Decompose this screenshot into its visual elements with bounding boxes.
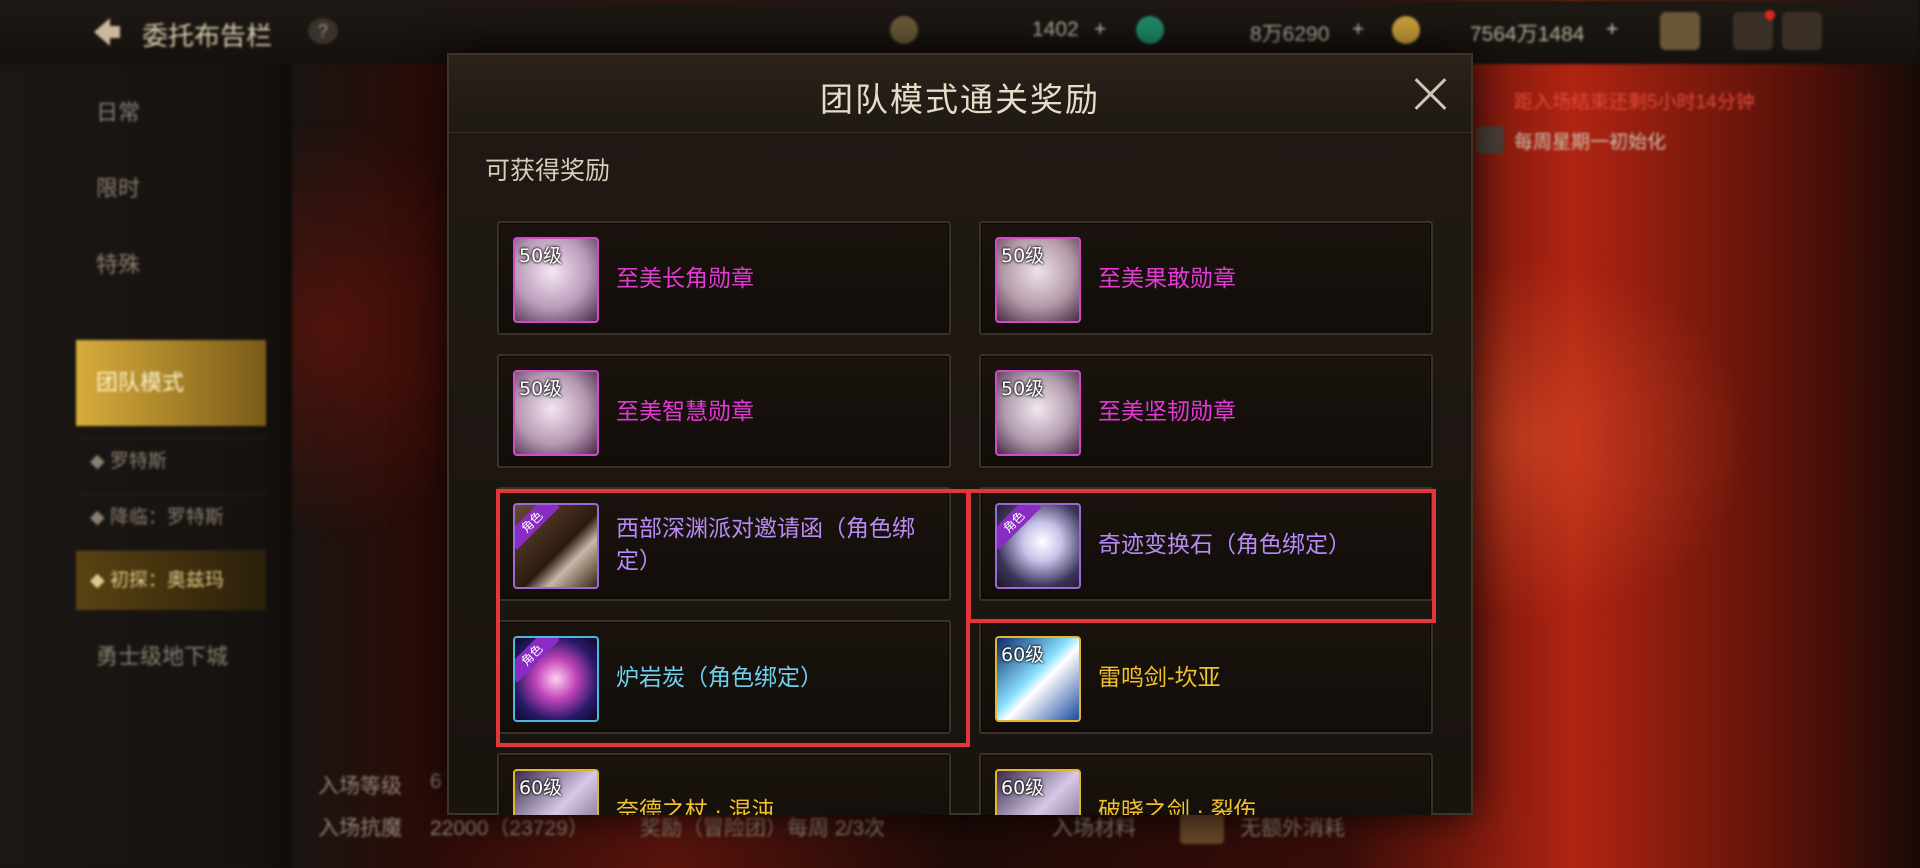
reward-card[interactable]: 50级至美长角勋章 — [497, 221, 951, 335]
help-icon[interactable]: ? — [308, 18, 338, 44]
reset-info: 每周星期一初始化 — [1514, 131, 1667, 153]
entry-resist-value: 22000（23729） — [430, 817, 589, 840]
sidebar-item-raid[interactable]: 团队模式 — [76, 340, 266, 426]
reward-card[interactable]: 50级至美果敢勋章 — [979, 221, 1433, 335]
shield-medal-icon[interactable]: 50级 — [995, 370, 1081, 456]
sidebar-item-special[interactable]: 特殊 — [76, 230, 266, 300]
sidebar-item-limited[interactable]: 限时 — [76, 154, 266, 224]
back-arrow-icon[interactable] — [88, 14, 124, 50]
bind-ribbon: 角色 — [515, 638, 560, 683]
sidebar-item-daily[interactable]: 日常 — [76, 78, 266, 148]
bind-ribbon: 角色 — [515, 505, 560, 550]
add-currency-button[interactable]: + — [1352, 18, 1364, 42]
item-level-badge: 60级 — [1001, 644, 1045, 666]
reward-name: 至美坚韧勋章 — [1098, 398, 1236, 424]
reward-name: 西部深渊派对邀请函（角色绑定） — [616, 515, 915, 573]
reward-card[interactable]: 60级破晓之剑 · 裂伤 — [979, 753, 1433, 815]
invitation-box-icon[interactable]: 角色 — [513, 503, 599, 589]
entry-level-value: 6 — [430, 770, 442, 793]
reward-card[interactable]: 角色奇迹变换石（角色绑定） — [979, 487, 1433, 601]
currency-value: 1402 — [1032, 18, 1079, 41]
helmet-medal-icon[interactable]: 50级 — [995, 237, 1081, 323]
reward-name: 雷鸣剑-坎亚 — [1098, 664, 1221, 690]
dialog-header: 团队模式通关奖励 — [449, 55, 1471, 133]
item-level-badge: 50级 — [1001, 378, 1045, 400]
sidebar: 日常 限时 特殊 团队模式 ◆ 罗特斯 ◆ 降临：罗特斯 ◆ 初探：奥兹玛 勇士… — [0, 64, 292, 868]
page-title: 委托布告栏 — [142, 21, 273, 51]
reward-name: 至美智慧勋章 — [616, 398, 754, 424]
dialog-title: 团队模式通关奖励 — [820, 81, 1100, 118]
raid-info-panel: 距入场结束还剩5小时14分钟 每周星期一初始化 — [1476, 80, 1916, 160]
reward-card[interactable]: 角色炉岩炭（角色绑定） — [497, 620, 951, 734]
moon-token-icon — [890, 16, 918, 44]
crystal-stone-icon[interactable]: 角色 — [995, 503, 1081, 589]
close-button[interactable] — [1411, 75, 1449, 113]
entry-material-label: 入场材料 — [1052, 817, 1136, 840]
chat-icon[interactable] — [1782, 12, 1822, 50]
reward-count: 奖励（冒险团）每周 2/3次 — [640, 817, 886, 840]
sidebar-subitem-selected[interactable]: ◆ 初探：奥兹玛 — [76, 550, 266, 610]
horn-medal-icon[interactable]: 50级 — [513, 237, 599, 323]
entry-level-label: 入场等级 — [318, 775, 402, 798]
reward-name: 奈德之杖 · 混沌 — [616, 797, 775, 815]
item-level-badge: 60级 — [519, 777, 563, 799]
lava-orb-icon[interactable]: 角色 — [513, 636, 599, 722]
green-crystal-icon — [1136, 16, 1164, 44]
reward-dialog: 团队模式通关奖励 可获得奖励 50级 至美长角勋章 50级 至美果敢勋章 50级 至美智慧… — [447, 53, 1473, 815]
add-currency-button[interactable]: + — [1094, 18, 1106, 42]
section-label: 可获得奖励 — [485, 157, 611, 185]
add-currency-button[interactable]: + — [1606, 18, 1618, 42]
item-level-badge: 60级 — [1001, 777, 1045, 799]
reward-card[interactable]: 角色 西部深渊派对邀请函（角色绑定） — [497, 487, 951, 601]
mail-icon[interactable] — [1733, 10, 1775, 50]
sidebar-subitem[interactable]: ◆ 降临：罗特斯 — [76, 494, 266, 540]
sidebar-subitem[interactable]: ◆ 罗特斯 — [76, 438, 266, 484]
reward-card[interactable]: 50级至美智慧勋章 — [497, 354, 951, 468]
reward-name: 至美果敢勋章 — [1098, 265, 1236, 291]
shop-icon[interactable] — [1660, 12, 1700, 50]
reward-card[interactable]: 60级奈德之杖 · 混沌 — [497, 753, 951, 815]
entry-resist-label: 入场抗魔 — [318, 817, 402, 840]
timer-icon — [1476, 86, 1504, 114]
weapon-icon[interactable]: 60级 — [513, 769, 599, 815]
reward-card[interactable]: 50级至美坚韧勋章 — [979, 354, 1433, 468]
entry-material-value: 无额外消耗 — [1240, 817, 1345, 840]
reward-card[interactable]: 60级雷鸣剑-坎亚 — [979, 620, 1433, 734]
sidebar-item-warrior-dungeon[interactable]: 勇士级地下城 — [76, 622, 266, 692]
item-level-badge: 50级 — [519, 245, 563, 267]
currency-value: 7564万1484 — [1470, 23, 1585, 46]
reward-name: 破晓之剑 · 裂伤 — [1098, 797, 1257, 815]
owl-medal-icon[interactable]: 50级 — [513, 370, 599, 456]
reward-list[interactable]: 50级 至美长角勋章 50级 至美果敢勋章 50级 至美智慧勋章 50级 至美坚韧勋章 角色 西部… — [497, 221, 1435, 815]
item-level-badge: 50级 — [519, 378, 563, 400]
item-level-badge: 50级 — [1001, 245, 1045, 267]
weapon-icon[interactable]: 60级 — [995, 769, 1081, 815]
gold-coin-icon — [1392, 16, 1420, 44]
currency-value: 8万6290 — [1250, 23, 1330, 46]
thunder-sword-icon[interactable]: 60级 — [995, 636, 1081, 722]
reward-name: 炉岩炭（角色绑定） — [616, 664, 823, 690]
bind-ribbon: 角色 — [997, 505, 1042, 550]
lock-icon — [1476, 126, 1504, 154]
reward-name: 奇迹变换石（角色绑定） — [1098, 531, 1351, 557]
reward-name: 至美长角勋章 — [616, 265, 754, 291]
entry-countdown: 距入场结束还剩5小时14分钟 — [1514, 91, 1755, 113]
